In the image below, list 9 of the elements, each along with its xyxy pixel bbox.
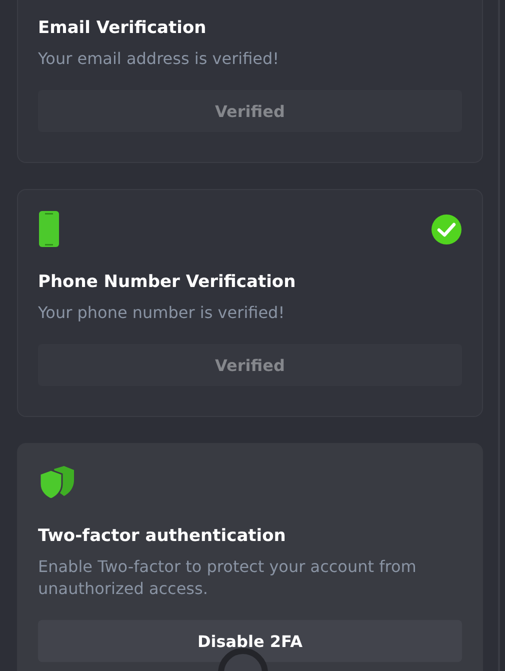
action-button[interactable]: Disable 2FA [38, 620, 462, 662]
card-title: Email Verification [38, 18, 208, 38]
shield-icon [38, 465, 76, 501]
card-description: Your phone number is verified! [38, 302, 286, 324]
card-title: Phone Number Verification [38, 272, 297, 292]
card-description: Enable Two-factor to protect your account from unauthorized access. [38, 556, 418, 600]
card-description: Your email address is verified! [38, 48, 280, 70]
card-title: Two-factor authentication [38, 526, 287, 546]
phone-icon [38, 210, 60, 248]
